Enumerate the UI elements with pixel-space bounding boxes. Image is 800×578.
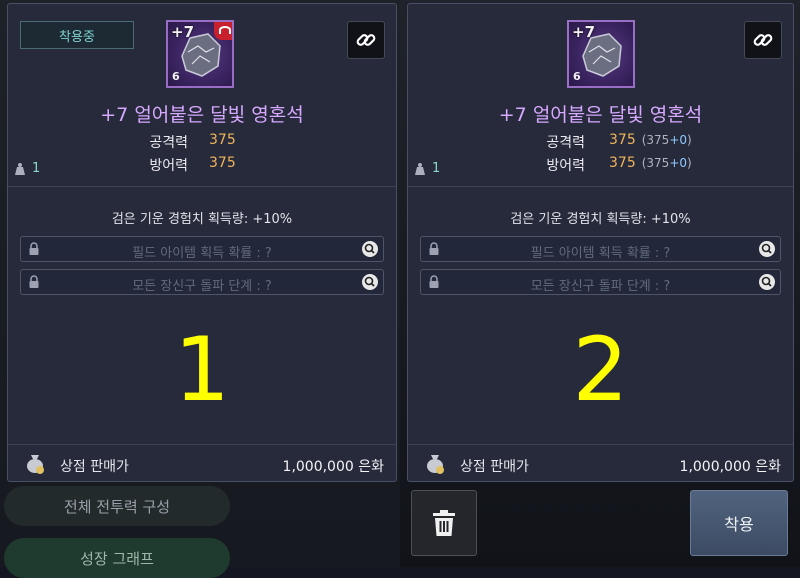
money-bag-icon bbox=[427, 455, 444, 474]
locked-option-row[interactable]: 필드 아이템 획득 확률 : ? bbox=[20, 236, 384, 262]
locked-option-text: 모든 장신구 돌파 단계 : ? bbox=[530, 279, 671, 294]
locked-option-row[interactable]: 모든 장신구 돌파 단계 : ? bbox=[20, 269, 384, 295]
divider bbox=[408, 444, 793, 445]
stat-label: 방어력 bbox=[149, 158, 188, 174]
magnify-button[interactable] bbox=[759, 274, 775, 290]
item-level-prefix: +7 bbox=[171, 23, 195, 41]
magnify-button[interactable] bbox=[362, 274, 378, 290]
stat-value: 375 bbox=[209, 132, 236, 148]
growth-graph-button[interactable]: 성장 그래프 bbox=[4, 538, 230, 578]
sell-price: 1,000,000 은화 bbox=[679, 459, 781, 475]
money-bag-icon bbox=[27, 455, 44, 474]
stat-base: (375 bbox=[641, 156, 670, 170]
delete-button[interactable] bbox=[411, 490, 477, 556]
equip-button[interactable]: 착용 bbox=[690, 490, 788, 556]
item-tooltip-panel-2: +7 6 +7 얼어붙은 달빛 영혼석 공격력 375 (375+0) 방어력 3… bbox=[407, 3, 794, 482]
stat-close: ) bbox=[687, 133, 692, 147]
stat-breakdown: (375+0) bbox=[642, 156, 692, 170]
item-name: +7 얼어붙은 달빛 영혼석 bbox=[498, 104, 703, 126]
overlay-number: 1 bbox=[174, 318, 230, 421]
magnify-icon bbox=[364, 243, 375, 254]
magnify-icon bbox=[761, 243, 772, 254]
magnify-icon bbox=[761, 276, 772, 287]
locked-option-text: 필드 아이템 획득 확률 : ? bbox=[530, 246, 671, 261]
divider bbox=[408, 186, 793, 187]
weight-indicator: 1 bbox=[414, 161, 440, 176]
stat-close: ) bbox=[687, 156, 692, 170]
stat-value-group: 375 (375+0) bbox=[609, 132, 692, 148]
link-icon bbox=[753, 34, 773, 46]
weight-value: 1 bbox=[432, 161, 441, 176]
effect-text: 검은 기운 경험치 획득량: +10% bbox=[510, 212, 691, 227]
equipped-badge: 착용중 bbox=[20, 21, 134, 49]
stat-breakdown: (375+0) bbox=[642, 133, 692, 147]
locked-option-text: 필드 아이템 획득 확률 : ? bbox=[132, 246, 272, 261]
stat-bonus: +0 bbox=[669, 133, 688, 147]
stat-value: 375 bbox=[609, 132, 636, 148]
item-tooltip-panel-1: 착용중 +7 6 +7 얼어붙은 달빛 영혼석 공격력 375 방어력 375 … bbox=[7, 3, 397, 482]
stat-value: 375 bbox=[609, 155, 636, 171]
magnify-button[interactable] bbox=[362, 241, 378, 257]
sell-price: 1,000,000 은화 bbox=[282, 459, 384, 475]
weight-indicator: 1 bbox=[14, 161, 40, 176]
overlay-number: 2 bbox=[572, 318, 629, 421]
equipped-marker-icon bbox=[214, 22, 232, 40]
item-small-number: 6 bbox=[172, 70, 180, 83]
stat-value: 375 bbox=[209, 155, 236, 171]
magnify-button[interactable] bbox=[759, 241, 775, 257]
trash-icon bbox=[433, 510, 455, 536]
item-icon: +7 6 bbox=[567, 20, 635, 88]
stat-label: 공격력 bbox=[546, 135, 585, 151]
weight-value: 1 bbox=[32, 161, 41, 176]
item-small-number: 6 bbox=[573, 70, 581, 83]
stat-label: 공격력 bbox=[149, 135, 188, 151]
link-button[interactable] bbox=[347, 21, 385, 59]
weight-icon bbox=[415, 162, 425, 175]
item-level-prefix: +7 bbox=[572, 23, 596, 41]
stat-value-group: 375 (375+0) bbox=[609, 155, 692, 171]
weight-icon bbox=[15, 162, 25, 175]
sell-label: 상점 판매가 bbox=[60, 459, 129, 475]
stat-base: (375 bbox=[641, 133, 670, 147]
divider bbox=[8, 186, 396, 187]
sell-price-row: 상점 판매가 1,000,000 은화 bbox=[408, 450, 793, 480]
locked-option-text: 모든 장신구 돌파 단계 : ? bbox=[132, 279, 272, 294]
link-icon bbox=[356, 34, 376, 46]
divider bbox=[8, 444, 396, 445]
sell-price-row: 상점 판매가 1,000,000 은화 bbox=[8, 450, 396, 480]
effect-text: 검은 기운 경험치 획득량: +10% bbox=[111, 212, 293, 227]
stat-label: 방어력 bbox=[546, 158, 585, 174]
locked-option-row[interactable]: 모든 장신구 돌파 단계 : ? bbox=[420, 269, 781, 295]
item-name: +7 얼어붙은 달빛 영혼석 bbox=[100, 104, 304, 126]
stat-bonus: +0 bbox=[669, 156, 688, 170]
item-icon: +7 6 bbox=[166, 20, 234, 88]
locked-option-row[interactable]: 필드 아이템 획득 확률 : ? bbox=[420, 236, 781, 262]
total-power-button[interactable]: 전체 전투력 구성 bbox=[4, 486, 230, 526]
link-button[interactable] bbox=[744, 21, 782, 59]
sell-label: 상점 판매가 bbox=[460, 459, 529, 475]
magnify-icon bbox=[364, 276, 375, 287]
